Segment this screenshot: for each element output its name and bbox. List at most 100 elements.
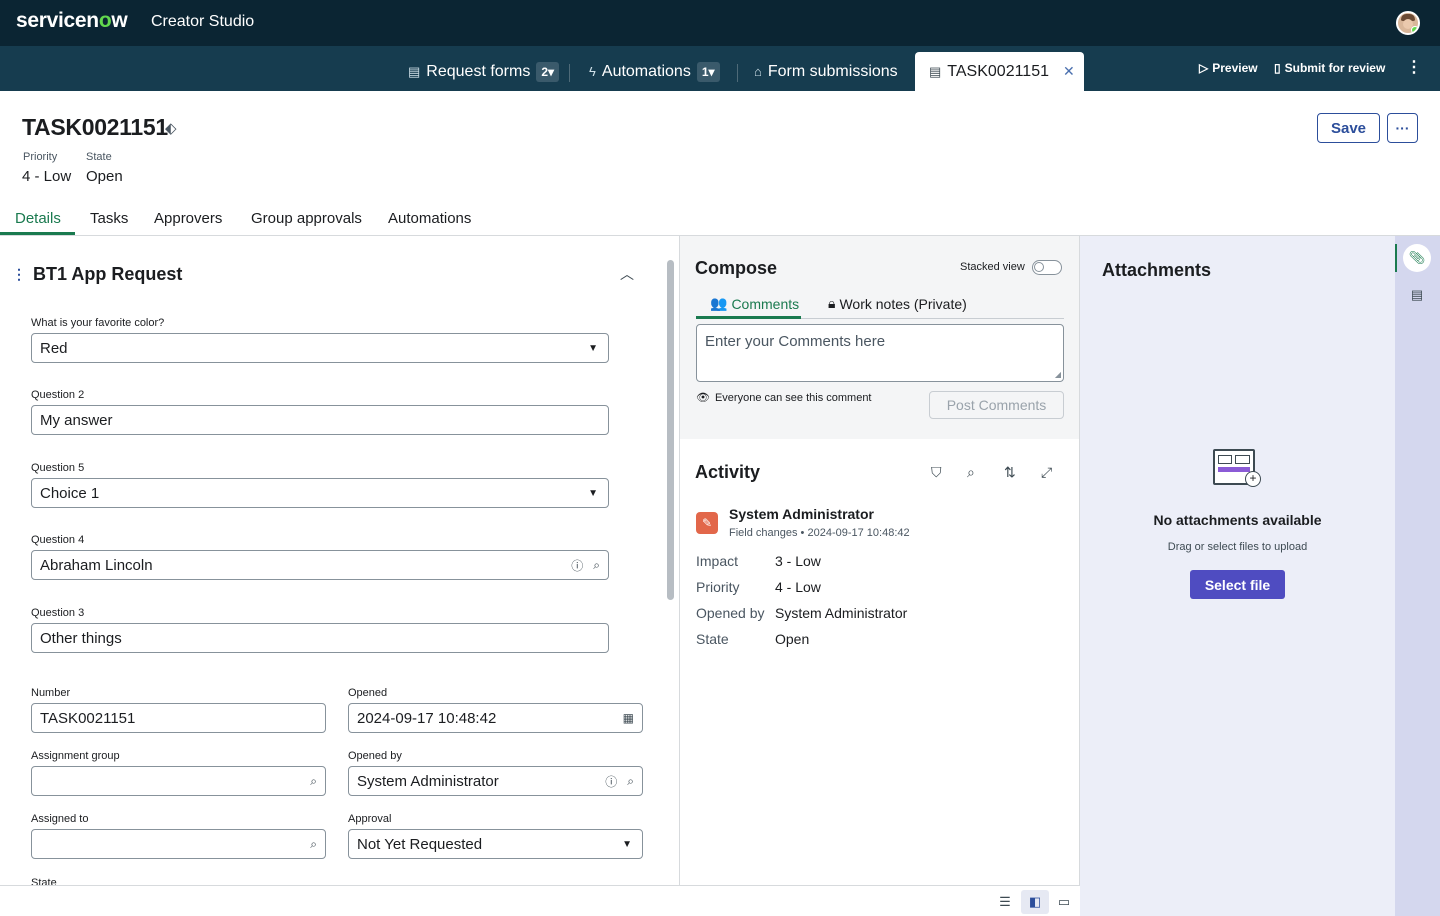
- no-attachments-message: No attachments available: [1153, 512, 1322, 528]
- calendar-icon[interactable]: ▦: [623, 711, 634, 725]
- single-view-icon[interactable]: ▭: [1050, 890, 1078, 914]
- document-icon[interactable]: ▤: [1403, 281, 1431, 309]
- search-icon[interactable]: ⌕: [967, 464, 975, 481]
- assigned-to-input[interactable]: ⌕: [31, 829, 326, 859]
- caret-down-icon: ▼: [588, 342, 598, 354]
- field-label: Question 2: [31, 389, 85, 401]
- online-status-icon: [1411, 26, 1418, 33]
- top-bar: servicenow Creator Studio: [0, 0, 1440, 46]
- priority-label: Priority: [23, 151, 58, 163]
- question-3-input[interactable]: Other things: [31, 623, 609, 653]
- comment-textarea[interactable]: Enter your Comments here ◢: [696, 324, 1064, 382]
- expand-icon[interactable]: ⤢: [1041, 464, 1052, 481]
- select-file-button[interactable]: Select file: [1190, 570, 1285, 599]
- section-title: BT1 App Request: [33, 264, 183, 284]
- servicenow-logo[interactable]: servicenow: [16, 9, 128, 33]
- opened-by-reference[interactable]: System Administrator ⓘ ⌕: [348, 766, 643, 796]
- preview-button[interactable]: ▷ Preview: [1199, 61, 1258, 75]
- search-icon[interactable]: ⌕: [310, 837, 317, 852]
- question-2-input[interactable]: My answer: [31, 405, 609, 435]
- assigned-to-label: Assigned to: [31, 813, 89, 825]
- tab-form-submissions[interactable]: ⌂ Form submissions: [754, 52, 898, 91]
- layout-footer: [0, 885, 1080, 916]
- field-label: Question 5: [31, 462, 85, 474]
- sort-icon[interactable]: ⇅: [1004, 464, 1016, 481]
- filter-icon[interactable]: ⛉: [931, 464, 942, 481]
- change-value: Open: [775, 631, 810, 647]
- change-field: Opened by: [696, 605, 765, 621]
- more-actions-button[interactable]: ···: [1387, 113, 1418, 143]
- change-field: Impact: [696, 553, 739, 569]
- form-icon: ▤: [929, 63, 942, 79]
- tab-details[interactable]: Details: [15, 210, 61, 227]
- approval-select[interactable]: Not Yet Requested ▼: [348, 829, 643, 859]
- tab-comments[interactable]: 👥 Comments: [710, 295, 799, 312]
- assignment-group-label: Assignment group: [31, 750, 120, 762]
- play-circle-icon: ▷: [1199, 61, 1209, 75]
- change-field: Priority: [696, 579, 740, 595]
- close-tab-icon[interactable]: ✕: [1063, 63, 1075, 80]
- tab-count-dropdown[interactable]: 1▾: [696, 61, 720, 82]
- tab-request-forms[interactable]: ▤ Request forms 2▾: [408, 52, 560, 91]
- favorite-color-select[interactable]: Red ▼: [31, 333, 609, 363]
- tab-automations[interactable]: ϟ Automations 1▾: [589, 52, 720, 91]
- side-rail: 📎︎ ▤: [1395, 236, 1440, 916]
- opened-label: Opened: [348, 687, 388, 699]
- tab-group-approvals[interactable]: Group approvals: [251, 210, 362, 227]
- field-label: What is your favorite color?: [31, 317, 165, 329]
- change-value: 3 - Low: [775, 553, 821, 569]
- lock-icon: 🔒︎: [828, 295, 836, 311]
- change-value: System Administrator: [775, 605, 908, 621]
- question-4-reference[interactable]: Abraham Lincoln ⓘ ⌕: [31, 550, 609, 580]
- stacked-view-label: Stacked view: [960, 261, 1025, 273]
- visibility-note: 👁︎ Everyone can see this comment: [696, 391, 872, 405]
- attachments-panel: Attachments + No attachments available D…: [1080, 236, 1395, 916]
- upload-hint: Drag or select files to upload: [1167, 541, 1308, 553]
- question-5-select[interactable]: Choice 1 ▼: [31, 478, 609, 508]
- tab-task-record[interactable]: ▤ TASK0021151 ✕: [915, 52, 1084, 91]
- user-avatar[interactable]: [1396, 11, 1420, 35]
- attachments-title: Attachments: [1102, 260, 1212, 280]
- tab-work-notes[interactable]: 🔒︎ Work notes (Private): [828, 295, 967, 312]
- search-icon[interactable]: ⌕: [310, 774, 317, 789]
- tab-tasks[interactable]: Tasks: [90, 210, 128, 227]
- split-view-icon[interactable]: ◧: [1021, 890, 1049, 914]
- caret-down-icon: ▼: [622, 838, 632, 850]
- state-label: State: [86, 151, 112, 163]
- compose-title: Compose: [695, 258, 778, 278]
- people-icon: 👥: [710, 295, 728, 311]
- number-input[interactable]: TASK0021151: [31, 703, 326, 733]
- tag-icon[interactable]: ⬖: [165, 119, 177, 137]
- product-name: Creator Studio: [151, 13, 255, 30]
- paperclip-icon[interactable]: 📎︎: [1403, 244, 1431, 272]
- tab-approvers[interactable]: Approvers: [154, 210, 222, 227]
- form-scrollbar[interactable]: [667, 260, 674, 600]
- list-view-icon[interactable]: ☰: [991, 890, 1019, 914]
- automation-icon: ϟ: [589, 64, 596, 79]
- priority-value: 4 - Low: [22, 168, 72, 185]
- activity-meta: Field changes • 2024-09-17 10:48:42: [729, 527, 910, 539]
- post-comments-button[interactable]: Post Comments: [929, 391, 1064, 419]
- field-label: Question 4: [31, 534, 85, 546]
- form-icon: ▤: [408, 63, 421, 79]
- opened-datetime-input[interactable]: 2024-09-17 10:48:42 ▦: [348, 703, 643, 733]
- activity-panel: Compose Stacked view 👥 Comments 🔒︎ Work no…: [679, 236, 1080, 886]
- info-icon[interactable]: ⓘ: [605, 773, 617, 790]
- assignment-group-input[interactable]: ⌕: [31, 766, 326, 796]
- drag-handle-icon[interactable]: ⋮: [12, 266, 26, 283]
- number-label: Number: [31, 687, 71, 699]
- form-panel: ⋮ BT1 App Request ︿ What is your favorit…: [0, 236, 679, 886]
- chevron-up-icon[interactable]: ︿: [620, 264, 634, 284]
- search-icon[interactable]: ⌕: [627, 774, 634, 789]
- search-icon[interactable]: ⌕: [593, 558, 600, 573]
- more-options-icon[interactable]: ⋮: [1406, 57, 1422, 77]
- resize-grip-icon[interactable]: ◢: [1055, 370, 1061, 379]
- stacked-view-toggle[interactable]: [1032, 260, 1062, 275]
- change-value: 4 - Low: [775, 579, 821, 595]
- info-icon[interactable]: ⓘ: [571, 557, 583, 574]
- save-button[interactable]: Save: [1317, 113, 1380, 143]
- submit-for-review-button[interactable]: ▯ Submit for review: [1274, 61, 1385, 75]
- caret-down-icon: ▼: [588, 487, 598, 499]
- tab-count-dropdown[interactable]: 2▾: [536, 61, 560, 82]
- tab-automations-record[interactable]: Automations: [388, 210, 471, 227]
